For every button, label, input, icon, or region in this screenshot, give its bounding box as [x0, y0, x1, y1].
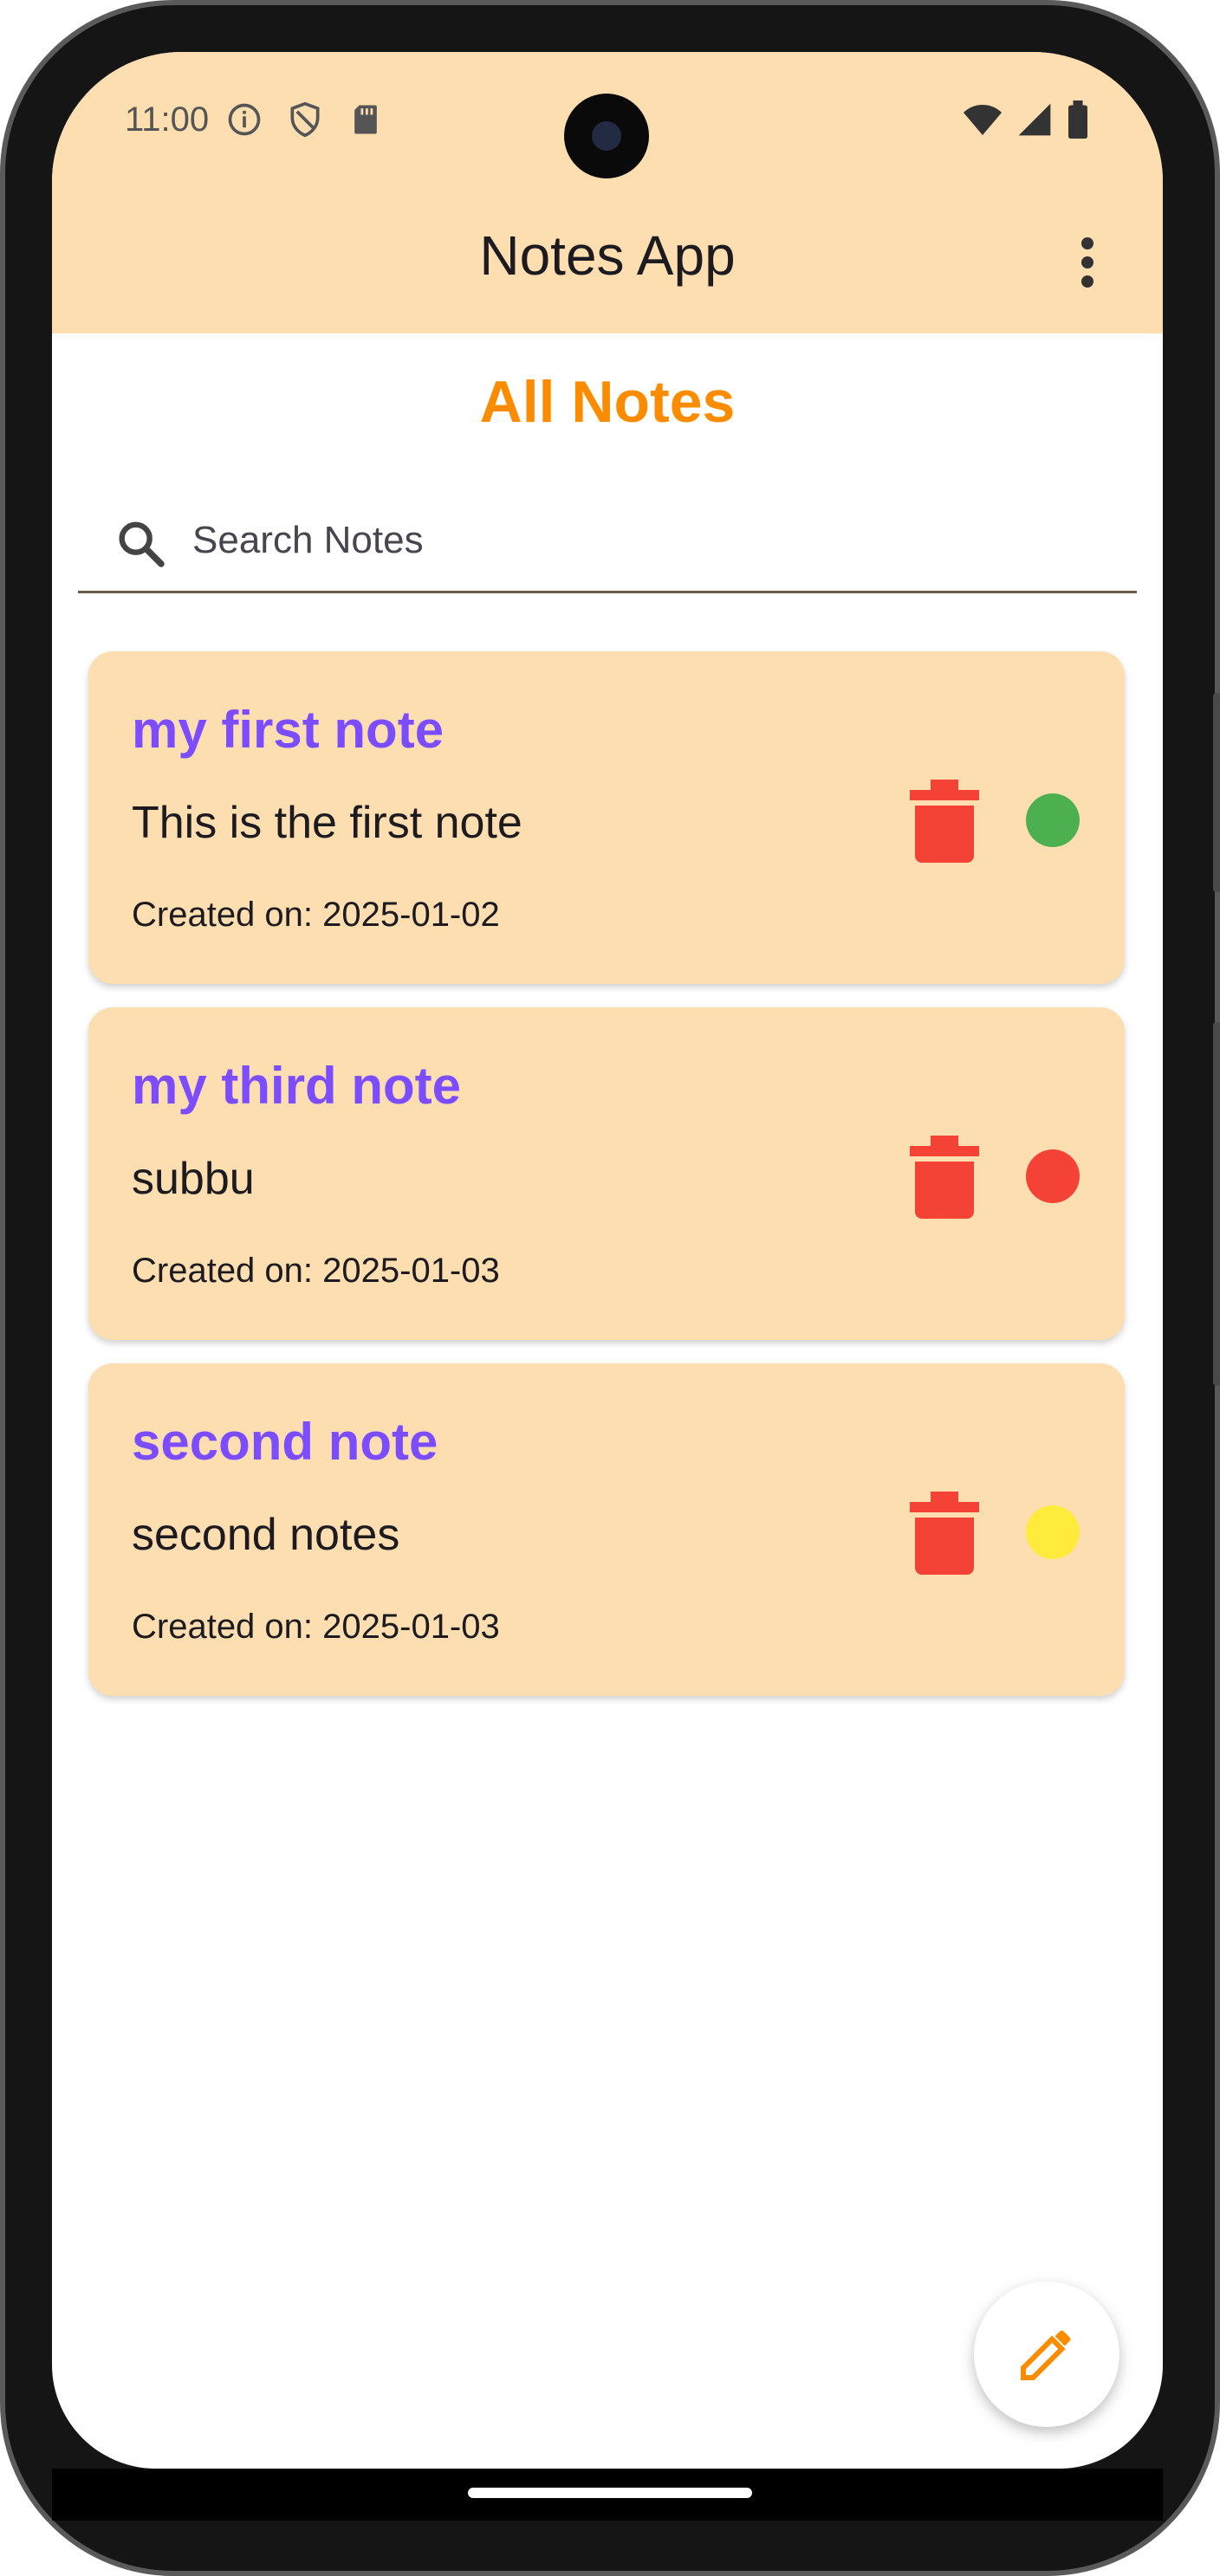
battery-icon	[1068, 100, 1087, 139]
app-title: Notes App	[479, 224, 736, 287]
note-title: second note	[132, 1413, 438, 1471]
more-options-button[interactable]	[1074, 237, 1100, 293]
note-created-date: Created on: 2025-01-03	[132, 1252, 500, 1290]
app-bar: 11:00 Notes App	[52, 52, 1163, 333]
note-body: subbu	[132, 1154, 255, 1204]
shield-icon	[290, 101, 320, 138]
note-card[interactable]: my first note This is the first note Cre…	[88, 651, 1125, 984]
note-created-date: Created on: 2025-01-02	[132, 896, 500, 934]
note-title: my third note	[132, 1057, 462, 1115]
add-note-button[interactable]	[974, 2282, 1119, 2427]
wifi-icon	[964, 105, 1002, 135]
sd-card-icon	[354, 105, 377, 134]
more-vert-icon	[1081, 237, 1093, 249]
power-button	[1213, 1022, 1220, 1386]
status-dot	[1026, 1149, 1080, 1203]
page-heading: All Notes	[479, 369, 736, 435]
status-dot	[1026, 1505, 1080, 1559]
home-indicator[interactable]	[468, 2488, 752, 2498]
note-body: second notes	[132, 1510, 400, 1560]
search-icon	[119, 521, 165, 567]
screen: 11:00 Notes App All Notes my first note …	[52, 52, 1163, 2469]
pencil-icon	[1021, 2330, 1071, 2380]
volume-button	[1213, 693, 1220, 892]
search-input[interactable]	[191, 505, 1061, 576]
signal-icon	[1018, 103, 1051, 136]
status-dot	[1026, 793, 1080, 847]
note-title: my first note	[132, 701, 445, 759]
search-bar	[78, 489, 1137, 593]
status-icons-right	[962, 100, 1090, 139]
front-camera	[564, 94, 649, 178]
trash-icon[interactable]	[910, 1136, 979, 1219]
trash-icon[interactable]	[910, 1492, 979, 1575]
note-created-date: Created on: 2025-01-03	[132, 1608, 500, 1646]
status-time: 11:00	[125, 100, 210, 139]
info-icon	[228, 103, 261, 136]
note-body: This is the first note	[132, 798, 522, 848]
note-card[interactable]: second note second notes Created on: 202…	[88, 1363, 1125, 1696]
note-card[interactable]: my third note subbu Created on: 2025-01-…	[88, 1007, 1125, 1340]
trash-icon[interactable]	[910, 780, 979, 863]
status-icons-left	[225, 100, 385, 139]
